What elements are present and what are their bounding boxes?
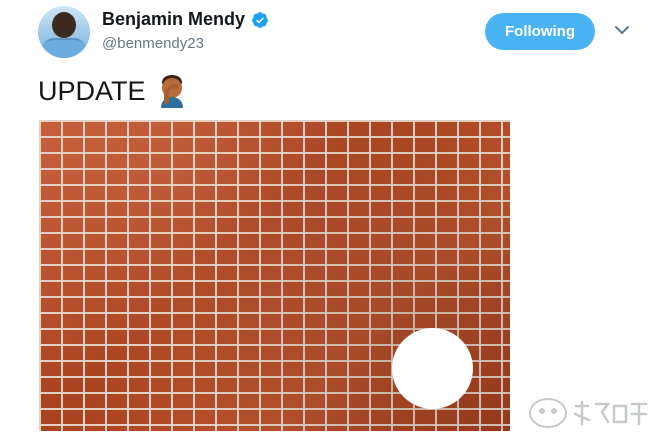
avatar-head (52, 12, 76, 38)
avatar-shirt (42, 38, 86, 58)
display-name[interactable]: Benjamin Mendy (102, 9, 245, 30)
watermark-icon (529, 398, 567, 428)
wall-hole (392, 328, 473, 409)
avatar[interactable] (38, 6, 90, 58)
user-handle[interactable]: @benmendy23 (102, 35, 204, 52)
tweet-text-content: UPDATE (38, 75, 146, 106)
facepalm-emoji-icon (160, 75, 183, 108)
tweet-media-brick-wall[interactable] (39, 120, 510, 431)
watermark-glyphs-icon (573, 400, 648, 426)
name-row: Benjamin Mendy (102, 9, 269, 30)
verified-badge-icon (252, 11, 268, 28)
watermark-logo (528, 396, 650, 430)
tweet-text: UPDATE (38, 74, 188, 108)
following-button[interactable]: Following (485, 13, 595, 50)
chevron-down-icon[interactable] (614, 24, 630, 36)
